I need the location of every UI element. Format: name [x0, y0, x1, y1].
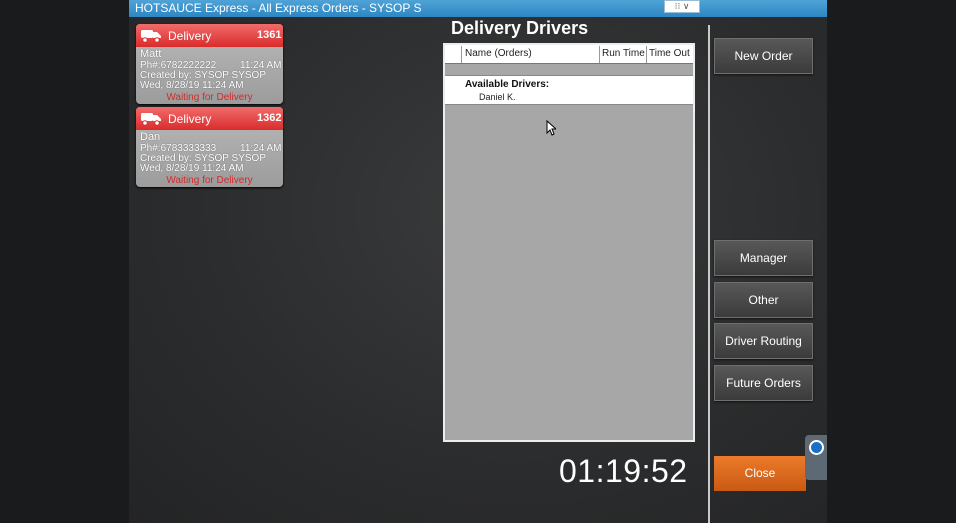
order-phone: Ph#:6782222222: [140, 60, 217, 71]
order-card[interactable]: Delivery 1362 Dan Ph#:6783333333 11:24 AM…: [136, 107, 283, 187]
driver-item[interactable]: Daniel K.: [479, 92, 516, 102]
drivers-table-header: Name (Orders) Run Time Time Out: [445, 45, 693, 64]
divider: [708, 25, 710, 523]
driver-routing-button[interactable]: Driver Routing: [714, 323, 813, 359]
order-card-header: Delivery 1362: [136, 107, 283, 130]
delivery-truck-icon: [141, 113, 161, 126]
close-button[interactable]: Close: [714, 456, 806, 491]
column-time-out[interactable]: Time Out: [649, 48, 690, 59]
order-date: Wed, 8/28/19 11:24 AM: [140, 163, 244, 174]
order-time: 11:24 AM: [240, 60, 282, 71]
remote-support-tab[interactable]: [805, 435, 827, 480]
available-drivers-label: Available Drivers:: [465, 79, 550, 90]
order-type: Delivery: [168, 29, 212, 43]
column-run-time[interactable]: Run Time: [602, 48, 645, 59]
order-card-header: Delivery 1361: [136, 24, 283, 47]
order-time: 11:24 AM: [240, 143, 282, 154]
order-type: Delivery: [168, 112, 212, 126]
window-title: HOTSAUCE Express - All Express Orders - …: [135, 1, 422, 15]
window-titlebar[interactable]: HOTSAUCE Express - All Express Orders - …: [129, 0, 827, 17]
drivers-panel: Name (Orders) Run Time Time Out Availabl…: [443, 43, 695, 442]
clock: 01:19:52: [559, 453, 688, 489]
order-number: 1362: [257, 112, 282, 124]
page-title: Delivery Drivers: [451, 18, 589, 38]
order-status: Waiting for Delivery: [166, 175, 253, 186]
window-controls[interactable]: ⁝⁝ ∨: [664, 0, 700, 13]
order-status: Waiting for Delivery: [166, 92, 253, 103]
other-button[interactable]: Other: [714, 282, 813, 318]
delivery-truck-icon: [141, 30, 161, 43]
new-order-button[interactable]: New Order: [714, 38, 813, 74]
available-drivers-list: Available Drivers: Daniel K.: [445, 75, 693, 105]
screen: HOTSAUCE Express - All Express Orders - …: [0, 0, 956, 523]
remote-support-icon: [809, 440, 824, 455]
mouse-cursor-icon: [546, 120, 556, 136]
order-number: 1361: [257, 29, 282, 41]
app-window: HOTSAUCE Express - All Express Orders - …: [129, 0, 827, 523]
order-card[interactable]: Delivery 1361 Matt Ph#:6782222222 11:24 A…: [136, 24, 283, 104]
future-orders-button[interactable]: Future Orders: [714, 365, 813, 401]
order-phone: Ph#:6783333333: [140, 143, 217, 154]
manager-button[interactable]: Manager: [714, 240, 813, 276]
column-name-orders[interactable]: Name (Orders): [465, 48, 532, 59]
order-date: Wed, 8/28/19 11:24 AM: [140, 80, 244, 91]
